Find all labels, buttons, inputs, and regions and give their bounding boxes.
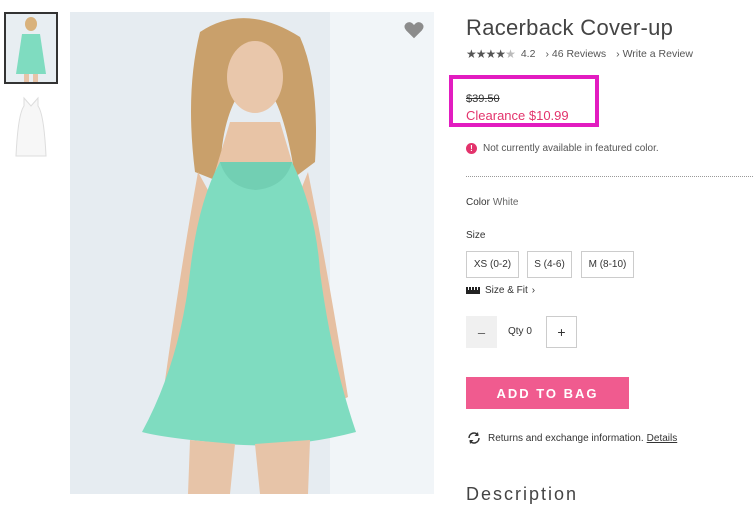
qty-decrease-button[interactable]: – <box>466 316 497 348</box>
star-rating: ★★★★★ <box>466 47 516 61</box>
size-button-xs[interactable]: XS (0-2) <box>466 251 519 278</box>
star-icon: ★ <box>495 47 506 61</box>
write-review-label: Write a Review <box>622 48 693 60</box>
chevron-right-icon: › <box>531 285 536 296</box>
thumbnail-product[interactable] <box>4 92 58 164</box>
color-value: White <box>492 197 519 208</box>
rating-value: 4.2 <box>520 48 536 60</box>
availability-text: Not currently available in featured colo… <box>483 143 659 154</box>
size-fit-label: Size & Fit <box>485 285 528 296</box>
original-price: $39.50 <box>466 93 500 105</box>
write-review-link[interactable]: › Write a Review <box>616 48 693 60</box>
alert-icon: ! <box>466 143 477 154</box>
star-icon: ★ <box>485 47 497 61</box>
thumbnail-model-image <box>6 14 56 82</box>
star-icon: ★ <box>466 47 477 61</box>
star-empty-icon: ★ <box>505 47 516 61</box>
availability-notice: ! Not currently available in featured co… <box>466 143 659 154</box>
thumbnail-model[interactable] <box>4 12 58 84</box>
returns-text: Returns and exchange information. <box>488 432 644 444</box>
description-heading: Description <box>466 484 579 504</box>
details-link[interactable]: Details <box>647 433 678 444</box>
size-button-s[interactable]: S (4-6) <box>527 251 572 278</box>
heart-icon[interactable] <box>403 19 425 41</box>
rating-row: ★★★★★ 4.2 › 46 Reviews › Write a Review <box>466 47 693 61</box>
thumbnail-product-image <box>15 96 47 157</box>
qty-value: Qty 0 <box>508 326 532 337</box>
product-title: Racerback Cover-up <box>466 15 674 40</box>
add-to-bag-button[interactable]: ADD TO BAG <box>466 377 629 409</box>
ruler-icon <box>466 287 480 294</box>
product-photo <box>70 12 434 494</box>
reviews-link[interactable]: › 46 Reviews <box>545 48 606 60</box>
size-label: Size <box>466 230 486 241</box>
color-label: Color <box>466 197 490 208</box>
qty-increase-button[interactable]: + <box>546 316 577 348</box>
size-fit-link[interactable]: Size & Fit › <box>466 285 535 296</box>
reviews-link-label: 46 Reviews <box>551 48 607 60</box>
star-icon: ★ <box>475 47 487 61</box>
size-button-m[interactable]: M (8-10) <box>581 251 634 278</box>
chevron-right-icon: › <box>545 48 549 60</box>
refresh-icon <box>468 432 480 444</box>
returns-info: Returns and exchange information. Detail… <box>466 432 677 444</box>
clearance-price: Clearance $10.99 <box>466 108 569 123</box>
chevron-right-icon: › <box>616 48 620 60</box>
color-row: Color White <box>466 197 518 208</box>
divider <box>466 176 753 177</box>
